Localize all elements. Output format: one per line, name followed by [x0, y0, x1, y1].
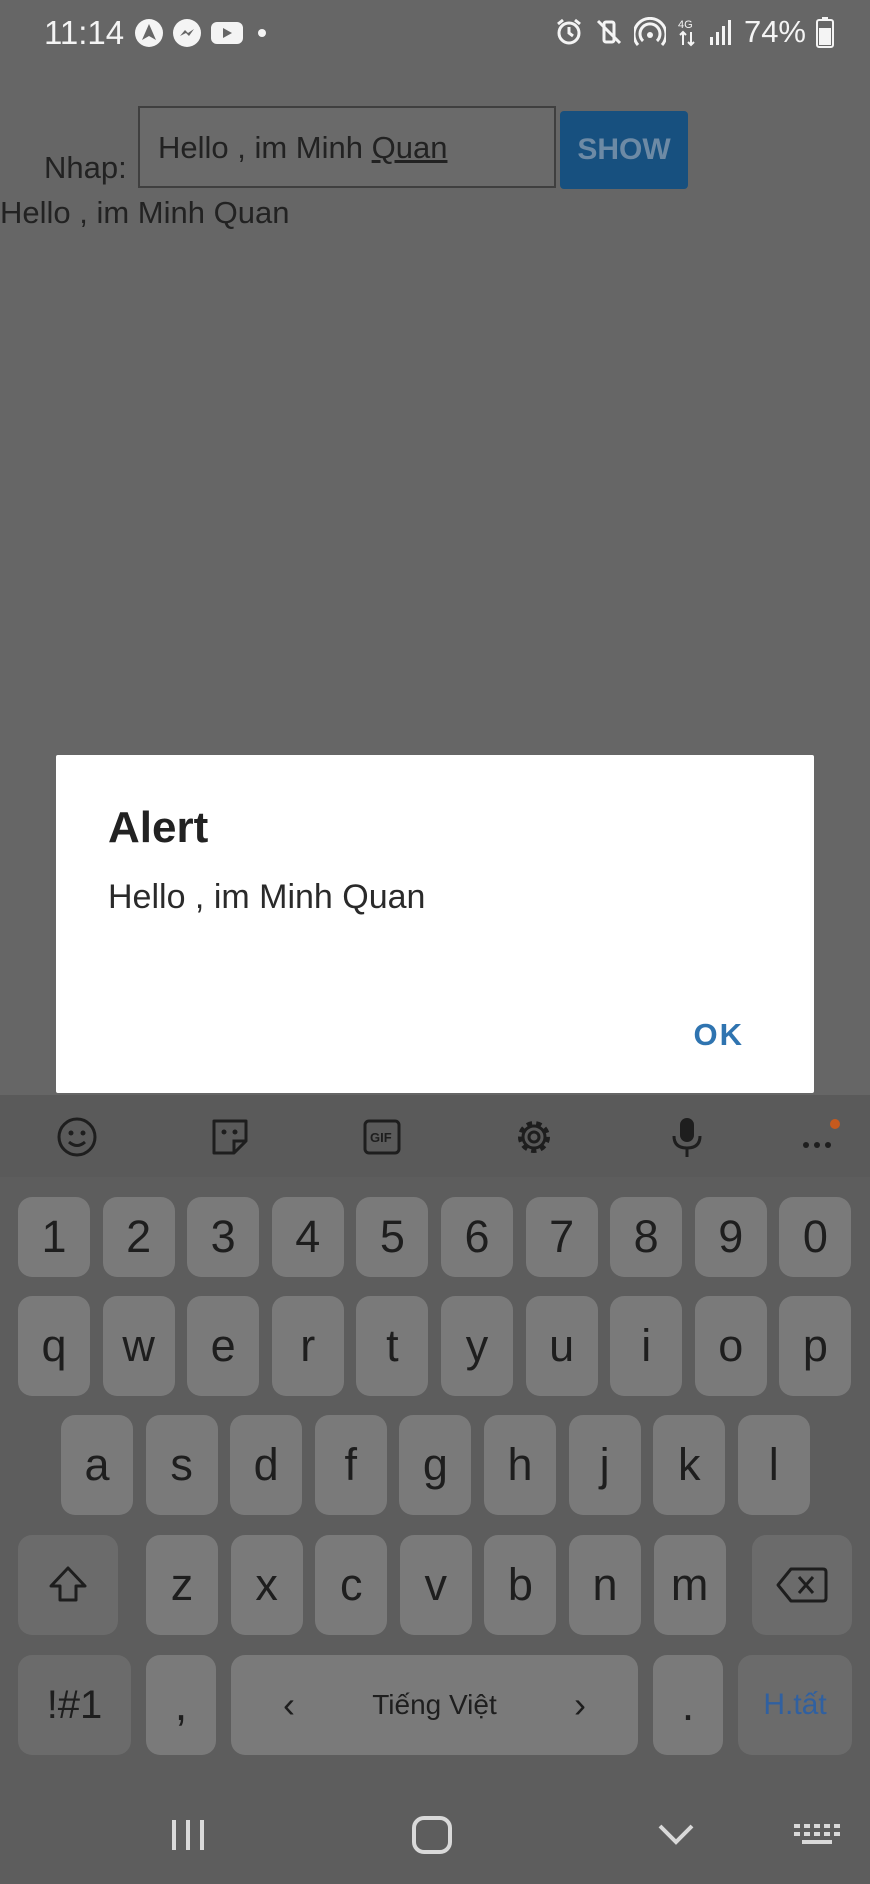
- dialog-message: Hello , im Minh Quan: [108, 878, 426, 916]
- key-3[interactable]: 3: [187, 1197, 260, 1277]
- space-left-arrow-icon: ‹: [283, 1684, 295, 1725]
- shift-icon: [49, 1566, 87, 1602]
- space-bar[interactable]: ‹ Tiếng Việt ›: [231, 1655, 638, 1755]
- home-icon[interactable]: [402, 1810, 462, 1860]
- key-0[interactable]: 0: [779, 1197, 852, 1277]
- key-p[interactable]: p: [779, 1296, 852, 1396]
- key-4[interactable]: 4: [271, 1197, 344, 1277]
- svg-text:GIF: GIF: [370, 1130, 392, 1145]
- key-d[interactable]: d: [230, 1415, 303, 1515]
- key-l[interactable]: l: [737, 1415, 810, 1515]
- key-k[interactable]: k: [653, 1415, 726, 1515]
- key-q[interactable]: q: [18, 1296, 90, 1396]
- space-label: Tiếng Việt: [372, 1689, 497, 1720]
- soft-keyboard: GIF 1234567890 qwertyuiop asdfghjkl zxcvbnm…: [0, 1095, 870, 1884]
- key-z[interactable]: z: [146, 1535, 218, 1635]
- key-u[interactable]: u: [525, 1296, 598, 1396]
- keyboard-toolbar: GIF: [0, 1095, 870, 1177]
- key-f[interactable]: f: [314, 1415, 387, 1515]
- backspace-icon: [776, 1567, 828, 1603]
- key-v[interactable]: v: [399, 1535, 472, 1635]
- key-j[interactable]: j: [568, 1415, 641, 1515]
- key-2[interactable]: 2: [102, 1197, 175, 1277]
- key-o[interactable]: o: [694, 1296, 767, 1396]
- show-button[interactable]: SHOW: [560, 111, 688, 189]
- key-e[interactable]: e: [187, 1296, 260, 1396]
- period-key[interactable]: .: [653, 1655, 723, 1755]
- key-h[interactable]: h: [484, 1415, 556, 1515]
- back-icon[interactable]: [646, 1810, 706, 1860]
- key-t[interactable]: t: [356, 1296, 429, 1396]
- key-9[interactable]: 9: [694, 1197, 767, 1277]
- key-y[interactable]: y: [441, 1296, 513, 1396]
- key-7[interactable]: 7: [525, 1197, 598, 1277]
- key-1[interactable]: 1: [18, 1197, 90, 1277]
- input-label: Nhap:: [44, 150, 127, 185]
- key-m[interactable]: m: [653, 1535, 726, 1635]
- key-6[interactable]: 6: [441, 1197, 513, 1277]
- emoji-icon[interactable]: [55, 1115, 99, 1159]
- recent-apps-icon[interactable]: [158, 1810, 218, 1860]
- key-r[interactable]: r: [271, 1296, 344, 1396]
- key-b[interactable]: b: [484, 1535, 557, 1635]
- input-composing-word: Quan: [371, 130, 448, 165]
- symbols-key[interactable]: !#1: [18, 1655, 131, 1755]
- key-x[interactable]: x: [230, 1535, 303, 1635]
- settings-icon[interactable]: [512, 1115, 556, 1159]
- backspace-key[interactable]: [752, 1535, 852, 1635]
- key-a[interactable]: a: [61, 1415, 133, 1515]
- comma-key[interactable]: ,: [146, 1655, 216, 1755]
- navigation-bar: [0, 1790, 870, 1884]
- ok-button[interactable]: OK: [694, 1017, 745, 1053]
- key-5[interactable]: 5: [356, 1197, 429, 1277]
- done-key[interactable]: H.tất: [738, 1655, 852, 1755]
- output-text: Hello , im Minh Quan: [0, 195, 290, 230]
- dialog-title: Alert: [108, 803, 209, 852]
- space-right-arrow-icon: ›: [574, 1684, 586, 1725]
- alert-dialog: Alert Hello , im Minh Quan OK: [56, 755, 814, 1093]
- input-value-text: Hello , im Minh: [158, 130, 372, 165]
- shift-key[interactable]: [18, 1535, 118, 1635]
- key-i[interactable]: i: [610, 1296, 683, 1396]
- key-8[interactable]: 8: [610, 1197, 683, 1277]
- gif-icon[interactable]: GIF: [360, 1115, 404, 1159]
- keyboard-switch-icon[interactable]: [786, 1810, 846, 1860]
- key-g[interactable]: g: [399, 1415, 472, 1515]
- more-icon[interactable]: [796, 1115, 846, 1159]
- key-w[interactable]: w: [102, 1296, 175, 1396]
- key-s[interactable]: s: [145, 1415, 218, 1515]
- key-n[interactable]: n: [569, 1535, 641, 1635]
- sticker-icon[interactable]: [208, 1115, 252, 1159]
- key-c[interactable]: c: [315, 1535, 388, 1635]
- microphone-icon[interactable]: [665, 1115, 709, 1159]
- text-input[interactable]: Hello , im Minh Quan: [138, 106, 556, 188]
